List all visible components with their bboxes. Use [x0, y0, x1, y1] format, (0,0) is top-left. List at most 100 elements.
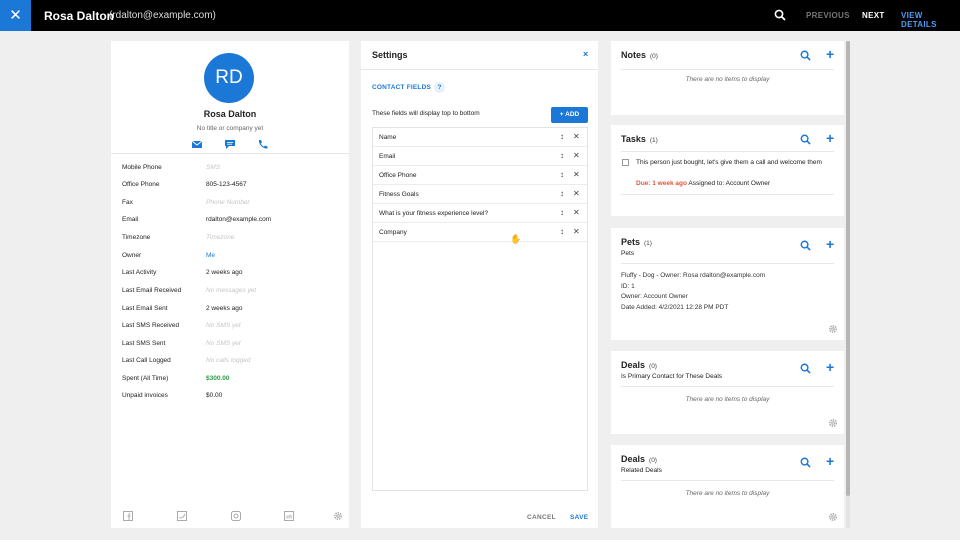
search-icon[interactable]: [774, 9, 786, 21]
email-icon[interactable]: [191, 139, 203, 150]
field-list-item[interactable]: What is your fitness experience level? ↕ ✕: [373, 204, 587, 223]
card-divider: [621, 151, 834, 152]
field-value[interactable]: rdalton@example.com: [206, 216, 271, 223]
deals-title: Deals: [621, 454, 646, 464]
task-meta: Due: 1 week ago Assigned to: Account Own…: [636, 180, 770, 187]
field-value[interactable]: 805-123-4567: [206, 181, 246, 188]
remove-icon[interactable]: ✕: [573, 170, 580, 179]
task-due: Due: 1 week ago: [636, 180, 687, 187]
field-label: Last Call Logged: [122, 357, 171, 364]
card-divider: [621, 263, 834, 264]
profile-subtitle: No title or company yet: [196, 125, 264, 132]
card-divider: [621, 69, 834, 70]
tasks-title: Tasks: [621, 134, 646, 144]
deals-count: (0): [649, 363, 657, 370]
pet-record-line[interactable]: Fluffy - Dog - Owner: Rosa rdalton@examp…: [621, 272, 765, 279]
field-value[interactable]: Me: [206, 252, 215, 259]
search-icon[interactable]: [800, 134, 811, 145]
twitter-icon[interactable]: [177, 511, 187, 521]
field-row: Last Activity 2 weeks ago: [111, 264, 349, 281]
field-row: Last Call Logged No calls logged: [111, 352, 349, 369]
remove-icon[interactable]: ✕: [573, 189, 580, 198]
field-list-item[interactable]: Email ↕ ✕: [373, 147, 587, 166]
gear-icon[interactable]: [333, 511, 343, 521]
drag-handle-icon[interactable]: ↕: [560, 170, 564, 179]
add-field-button[interactable]: + ADD: [551, 107, 588, 123]
field-label: Last SMS Sent: [122, 340, 166, 347]
field-list: Name ↕ ✕ Email ↕ ✕ Office Phone ↕ ✕ Fitness Go…: [372, 127, 588, 491]
save-button[interactable]: SAVE: [570, 514, 588, 521]
pets-subtitle: Pets: [621, 250, 635, 257]
deals-subtitle: Is Primary Contact for These Deals: [621, 373, 723, 380]
field-list-item[interactable]: Fitness Goals ↕ ✕: [373, 185, 587, 204]
field-value: 2 weeks ago: [206, 269, 243, 276]
task-text[interactable]: This person just bought, let's give them…: [636, 158, 831, 168]
close-icon[interactable]: ✕: [0, 0, 31, 31]
contact-name: Rosa Dalton: [44, 9, 115, 23]
top-bar: ✕ Rosa Dalton (rdalton@example.com) PREV…: [0, 0, 960, 31]
deals-primary-card: Deals (0) Is Primary Contact for These De…: [611, 351, 844, 434]
pet-record-line: Owner: Account Owner: [621, 293, 688, 300]
field-name: What is your fitness experience level?: [379, 210, 489, 217]
field-value[interactable]: Phone Number: [206, 199, 250, 206]
field-row: Timezone Timezone: [111, 229, 349, 246]
search-icon[interactable]: [800, 240, 811, 251]
drag-handle-icon[interactable]: ↕: [560, 227, 564, 236]
phone-icon[interactable]: [257, 139, 269, 150]
field-label: Mobile Phone: [122, 164, 162, 171]
linkedin-icon[interactable]: [284, 511, 294, 521]
field-label: Unpaid invoices: [122, 392, 168, 399]
add-icon[interactable]: +: [826, 46, 834, 62]
drag-handle-icon[interactable]: ↕: [560, 189, 564, 198]
field-list-item[interactable]: Office Phone ↕ ✕: [373, 166, 587, 185]
field-value[interactable]: SMS: [206, 164, 220, 171]
field-list-item[interactable]: Name ↕ ✕: [373, 128, 587, 147]
avatar: RD: [204, 53, 254, 103]
remove-icon[interactable]: ✕: [573, 151, 580, 160]
field-label: Fax: [122, 199, 133, 206]
drag-handle-icon[interactable]: ↕: [560, 151, 564, 160]
remove-icon[interactable]: ✕: [573, 208, 580, 217]
field-label: Office Phone: [122, 181, 160, 188]
instagram-icon[interactable]: [231, 511, 241, 521]
previous-button[interactable]: PREVIOUS: [806, 11, 850, 20]
search-icon[interactable]: [800, 50, 811, 61]
gear-icon[interactable]: [828, 324, 838, 334]
close-icon[interactable]: ×: [583, 49, 588, 59]
field-row: Office Phone 805-123-4567: [111, 176, 349, 193]
add-icon[interactable]: +: [826, 359, 834, 375]
add-icon[interactable]: +: [826, 236, 834, 252]
task-checkbox[interactable]: [622, 159, 629, 166]
next-button[interactable]: NEXT: [862, 11, 885, 20]
remove-icon[interactable]: ✕: [573, 227, 580, 236]
help-icon[interactable]: ?: [434, 82, 445, 93]
search-icon[interactable]: [800, 363, 811, 374]
pets-title: Pets: [621, 237, 641, 247]
field-row: Email rdalton@example.com: [111, 211, 349, 228]
cancel-button[interactable]: CANCEL: [527, 514, 556, 521]
task-assignee: Assigned to: Account Owner: [688, 180, 771, 187]
gear-icon[interactable]: [828, 512, 838, 522]
card-title: Notes (0): [621, 50, 658, 60]
search-icon[interactable]: [800, 457, 811, 468]
field-list-item[interactable]: Company ↕ ✕: [373, 223, 587, 242]
drag-handle-icon[interactable]: ↕: [560, 208, 564, 217]
remove-icon[interactable]: ✕: [573, 132, 580, 141]
drag-handle-icon[interactable]: ↕: [560, 132, 564, 141]
view-details-button[interactable]: VIEW DETAILS: [901, 11, 960, 29]
card-title: Deals (0): [621, 454, 657, 464]
sms-icon[interactable]: [224, 139, 236, 150]
field-row: Last Email Sent 2 weeks ago: [111, 300, 349, 317]
gear-icon[interactable]: [828, 418, 838, 428]
pets-card: Pets (1) Pets + Fluffy - Dog - Owner: Ros…: [611, 228, 844, 340]
profile-name: Rosa Dalton: [203, 109, 257, 119]
facebook-icon[interactable]: [123, 511, 133, 521]
field-value[interactable]: Timezone: [206, 234, 234, 241]
add-icon[interactable]: +: [826, 130, 834, 146]
contact-fields-tab[interactable]: CONTACT FIELDS: [372, 84, 431, 91]
scrollbar-thumb[interactable]: [846, 41, 850, 496]
field-value: No calls logged: [206, 357, 251, 364]
field-label: Last SMS Received: [122, 322, 180, 329]
add-icon[interactable]: +: [826, 453, 834, 469]
field-value: $300.00: [206, 375, 230, 382]
